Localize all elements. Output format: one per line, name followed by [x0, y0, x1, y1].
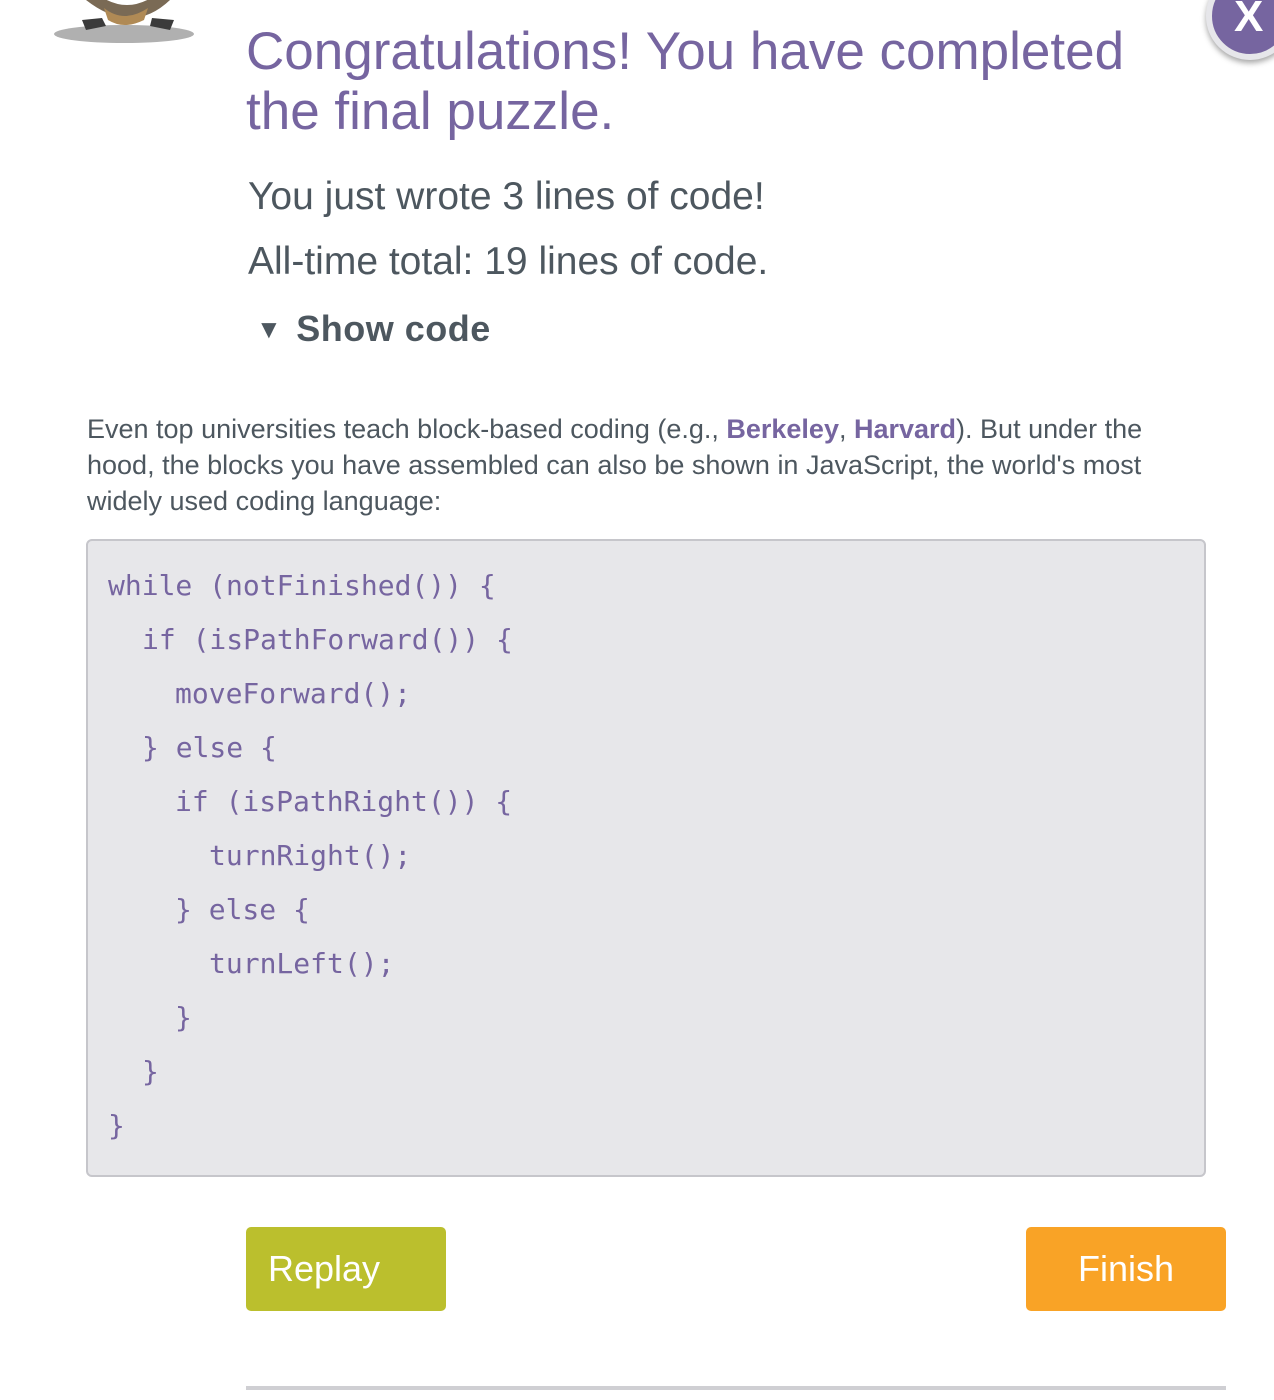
- code-line: } else {: [142, 731, 277, 764]
- replay-button[interactable]: Replay: [246, 1227, 446, 1311]
- finish-button[interactable]: Finish: [1026, 1227, 1226, 1311]
- description-text: Even top universities teach block-based …: [87, 411, 1197, 519]
- harvard-link[interactable]: Harvard: [854, 414, 956, 444]
- divider: [246, 1386, 1226, 1390]
- show-code-label: Show code: [296, 308, 491, 349]
- close-button[interactable]: X: [1206, 0, 1274, 60]
- completion-dialog: X Congratulations! You have completed th…: [0, 0, 1274, 1400]
- code-line: }: [175, 1001, 192, 1034]
- show-code-toggle[interactable]: ▼ Show code: [256, 308, 491, 350]
- lines-written-text: You just wrote 3 lines of code!: [248, 175, 765, 218]
- code-line: }: [142, 1055, 159, 1088]
- berkeley-link[interactable]: Berkeley: [726, 414, 839, 444]
- code-line: while (notFinished()) {: [108, 569, 496, 602]
- code-line: moveForward();: [175, 677, 412, 710]
- code-line: if (isPathRight()) {: [175, 785, 513, 818]
- all-time-total-text: All-time total: 19 lines of code.: [248, 240, 769, 283]
- code-block: while (notFinished()) { if (isPathForwar…: [86, 539, 1206, 1177]
- description-separator: ,: [838, 414, 854, 444]
- code-line: turnRight();: [209, 839, 412, 872]
- code-line: if (isPathForward()) {: [142, 623, 513, 656]
- close-icon: X: [1234, 0, 1264, 41]
- description-part: Even top universities teach block-based …: [87, 414, 727, 444]
- page-title: Congratulations! You have completed the …: [246, 22, 1125, 141]
- triangle-down-icon: ▼: [256, 314, 283, 344]
- code-line: turnLeft();: [209, 947, 395, 980]
- code-line: }: [108, 1109, 125, 1142]
- character-avatar-icon: [54, 0, 194, 43]
- code-line: } else {: [175, 893, 310, 926]
